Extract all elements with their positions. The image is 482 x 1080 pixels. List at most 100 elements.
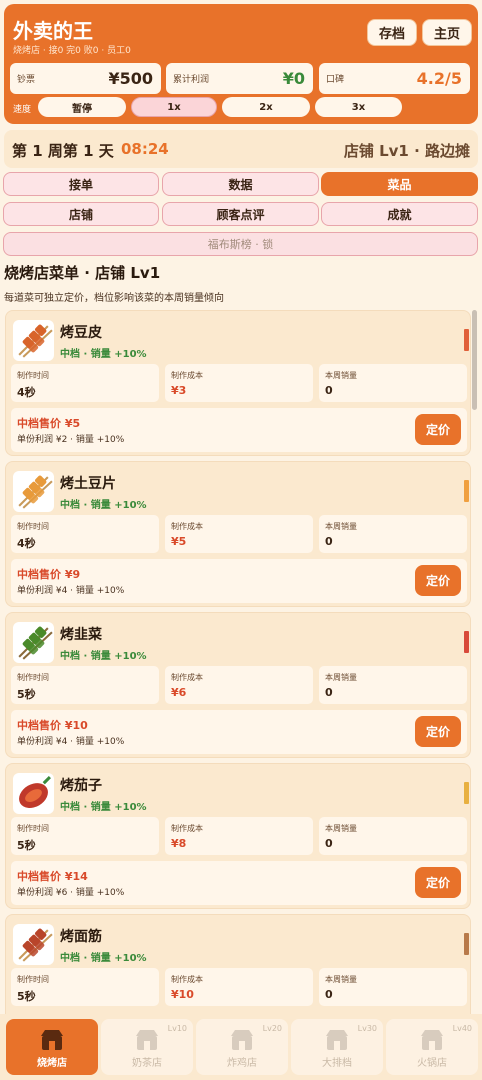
price-row: 中档售价 ¥9 单份利润 ¥4 · 销量 +10% 定价: [11, 559, 467, 603]
dish-price: 中档售价 ¥9: [17, 568, 81, 581]
dish-card: 烤茄子中档 · 销量 +10% 制作时间 5秒 制作成本 ¥8 本周销量 0 中档售价 ¥14…: [5, 763, 471, 909]
dish-price: 中档售价 ¥5: [17, 417, 81, 430]
week-sales-cell: 本周销量 0: [319, 817, 467, 855]
week-sales-label: 本周销量: [325, 522, 357, 531]
dish-profit: 单份利润 ¥4 · 销量 +10%: [17, 586, 125, 596]
week-sales-value: 0: [325, 384, 333, 397]
dish-color-marker: [464, 480, 469, 502]
cook-time-value: 5秒: [17, 839, 36, 852]
nav-item-milk-tea-shop[interactable]: 奶茶店 Lv10: [101, 1019, 193, 1075]
gluten-skewer-icon: [13, 924, 54, 965]
cook-time-cell: 制作时间 5秒: [11, 666, 159, 704]
nav-item-bbq-shop[interactable]: 烧烤店: [6, 1019, 98, 1075]
cost-value: ¥6: [171, 686, 187, 699]
dish-color-marker: [464, 631, 469, 653]
cook-time-label: 制作时间: [17, 975, 49, 984]
dish-tier-tag: 中档 · 销量 +10%: [60, 349, 147, 360]
cost-value: ¥5: [171, 535, 187, 548]
cost-cell: 制作成本 ¥10: [165, 968, 313, 1006]
dish-color-marker: [464, 933, 469, 955]
cook-time-cell: 制作时间 5秒: [11, 968, 159, 1006]
week-sales-cell: 本周销量 0: [319, 364, 467, 402]
week-sales-label: 本周销量: [325, 371, 357, 380]
dish-tier-tag: 中档 · 销量 +10%: [60, 651, 147, 662]
dish-tier-tag: 中档 · 销量 +10%: [60, 500, 147, 511]
week-sales-label: 本周销量: [325, 824, 357, 833]
dish-profit: 单份利润 ¥4 · 销量 +10%: [17, 737, 125, 747]
dish-card: 烤面筋中档 · 销量 +10% 制作时间 5秒 制作成本 ¥10 本周销量 0: [5, 914, 471, 1014]
nav-label: 炸鸡店: [227, 1058, 257, 1069]
chive-skewer-icon: [13, 622, 54, 663]
week-sales-label: 本周销量: [325, 673, 357, 682]
nav-item-food-stall[interactable]: 大排档 Lv30: [291, 1019, 383, 1075]
nav-unlock-level: Lv30: [357, 1024, 377, 1033]
cook-time-cell: 制作时间 4秒: [11, 364, 159, 402]
dish-price: 中档售价 ¥10: [17, 719, 88, 732]
dish-name: 烤韭菜: [60, 627, 102, 643]
dish-profit: 单份利润 ¥6 · 销量 +10%: [17, 888, 125, 898]
cost-value: ¥10: [171, 988, 194, 1001]
cost-label: 制作成本: [171, 673, 203, 682]
dish-name: 烤茄子: [60, 778, 102, 794]
nav-label: 奶茶店: [132, 1058, 162, 1069]
dish-color-marker: [464, 329, 469, 351]
week-sales-value: 0: [325, 686, 333, 699]
milk-tea-shop-icon: [134, 1027, 160, 1053]
cost-cell: 制作成本 ¥3: [165, 364, 313, 402]
dish-name: 烤面筋: [60, 929, 102, 945]
price-row: 中档售价 ¥10 单份利润 ¥4 · 销量 +10% 定价: [11, 710, 467, 754]
nav-label: 烧烤店: [37, 1058, 67, 1069]
dish-color-marker: [464, 782, 469, 804]
cook-time-cell: 制作时间 4秒: [11, 515, 159, 553]
dish-profit: 单份利润 ¥2 · 销量 +10%: [17, 435, 125, 445]
cook-time-label: 制作时间: [17, 371, 49, 380]
scrollbar[interactable]: [472, 310, 477, 410]
cost-value: ¥8: [171, 837, 187, 850]
set-price-button[interactable]: 定价: [415, 867, 461, 898]
bbq-shop-icon: [39, 1027, 65, 1053]
nav-label: 火锅店: [417, 1058, 447, 1069]
dish-name: 烤豆皮: [60, 325, 102, 341]
cook-time-cell: 制作时间 5秒: [11, 817, 159, 855]
price-row: 中档售价 ¥14 单份利润 ¥6 · 销量 +10% 定价: [11, 861, 467, 905]
week-sales-cell: 本周销量 0: [319, 666, 467, 704]
week-sales-cell: 本周销量 0: [319, 515, 467, 553]
fried-chicken-shop-icon: [229, 1027, 255, 1053]
cook-time-label: 制作时间: [17, 824, 49, 833]
set-price-button[interactable]: 定价: [415, 565, 461, 596]
nav-unlock-level: Lv20: [262, 1024, 282, 1033]
dish-card: 烤土豆片中档 · 销量 +10% 制作时间 4秒 制作成本 ¥5 本周销量 0 中档售价 ¥9…: [5, 461, 471, 607]
nav-item-fried-chicken-shop[interactable]: 炸鸡店 Lv20: [196, 1019, 288, 1075]
dish-price: 中档售价 ¥14: [17, 870, 88, 883]
week-sales-label: 本周销量: [325, 975, 357, 984]
cost-label: 制作成本: [171, 975, 203, 984]
nav-unlock-level: Lv10: [167, 1024, 187, 1033]
cost-label: 制作成本: [171, 824, 203, 833]
cost-cell: 制作成本 ¥8: [165, 817, 313, 855]
food-stall-icon: [324, 1027, 350, 1053]
cook-time-value: 5秒: [17, 990, 36, 1003]
dish-list: 烤豆皮中档 · 销量 +10% 制作时间 4秒 制作成本 ¥3 本周销量 0 中档售价 ¥5 单…: [0, 0, 482, 1014]
dish-tier-tag: 中档 · 销量 +10%: [60, 802, 147, 813]
bottom-nav: 烧烤店 奶茶店 Lv10 炸鸡店 Lv20 大排档 Lv30 火锅店 Lv40: [0, 1014, 482, 1080]
hotpot-shop-icon: [419, 1027, 445, 1053]
nav-item-hotpot-shop[interactable]: 火锅店 Lv40: [386, 1019, 478, 1075]
set-price-button[interactable]: 定价: [415, 414, 461, 445]
cook-time-value: 4秒: [17, 537, 36, 550]
cook-time-value: 5秒: [17, 688, 36, 701]
dish-name: 烤土豆片: [60, 476, 116, 492]
dish-card: 烤韭菜中档 · 销量 +10% 制作时间 5秒 制作成本 ¥6 本周销量 0 中档售价 ¥10…: [5, 612, 471, 758]
cost-cell: 制作成本 ¥5: [165, 515, 313, 553]
set-price-button[interactable]: 定价: [415, 716, 461, 747]
cook-time-label: 制作时间: [17, 522, 49, 531]
eggplant-icon: [13, 773, 54, 814]
week-sales-value: 0: [325, 837, 333, 850]
week-sales-cell: 本周销量 0: [319, 968, 467, 1006]
week-sales-value: 0: [325, 535, 333, 548]
week-sales-value: 0: [325, 988, 333, 1001]
dish-tier-tag: 中档 · 销量 +10%: [60, 953, 147, 964]
cost-cell: 制作成本 ¥6: [165, 666, 313, 704]
cook-time-value: 4秒: [17, 386, 36, 399]
potato-skewer-icon: [13, 471, 54, 512]
cost-label: 制作成本: [171, 371, 203, 380]
